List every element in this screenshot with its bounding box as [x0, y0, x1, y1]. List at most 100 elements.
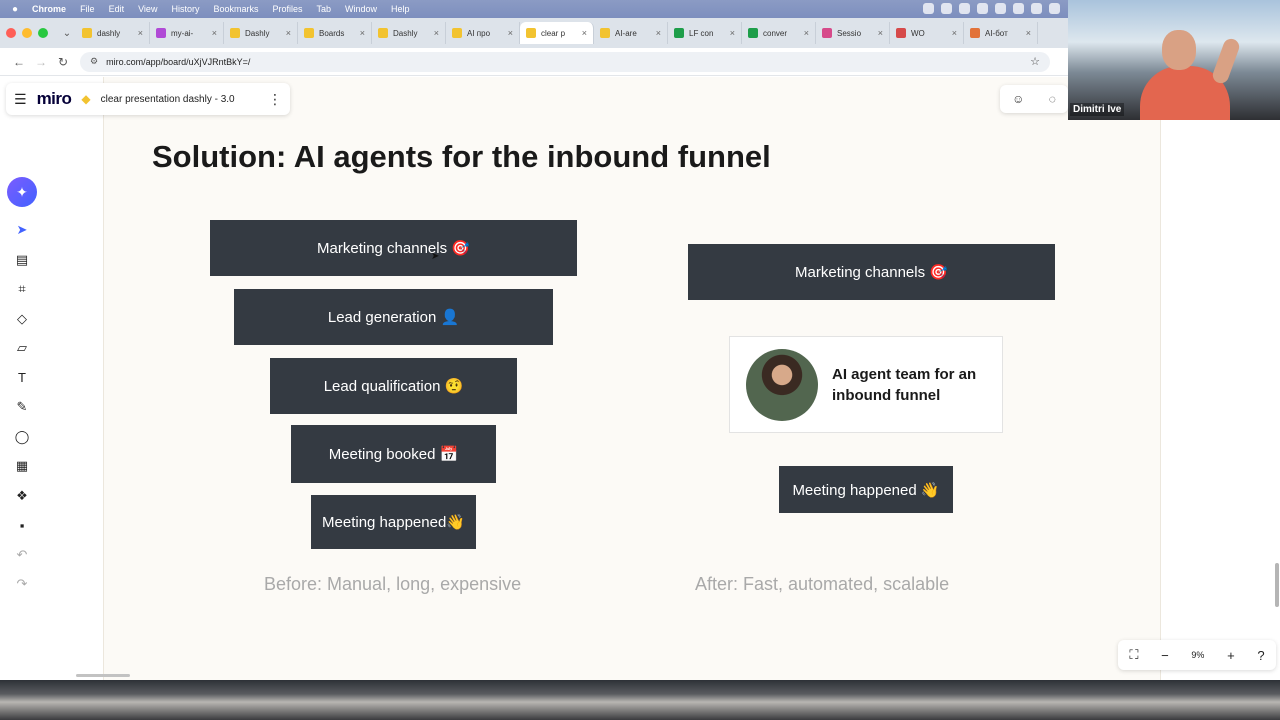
frame-icon[interactable]: ⌗: [8, 276, 36, 302]
menu-edit[interactable]: Edit: [109, 4, 125, 14]
miro-board[interactable]: ☰ miro ◆ clear presentation dashly - 3.0…: [0, 77, 1280, 680]
browser-tab[interactable]: AI про ×: [446, 22, 520, 44]
apps-icon[interactable]: ❖: [8, 483, 36, 509]
board-star-icon[interactable]: ◆: [81, 92, 90, 106]
tab-close-icon[interactable]: ×: [138, 28, 143, 38]
miro-logo[interactable]: miro: [37, 89, 72, 109]
browser-tab[interactable]: Boards ×: [298, 22, 372, 44]
select-cursor-icon[interactable]: ➤: [8, 217, 36, 243]
comment-icon[interactable]: ◯: [8, 424, 36, 450]
reactions-icon[interactable]: ☺: [1012, 92, 1024, 106]
browser-tab[interactable]: WO ×: [890, 22, 964, 44]
tray-icon[interactable]: [959, 3, 970, 14]
menu-help[interactable]: Help: [391, 4, 410, 14]
tab-close-icon[interactable]: ×: [804, 28, 809, 38]
tray-icon[interactable]: [1049, 3, 1060, 14]
close-window-button[interactable]: [6, 28, 16, 38]
menu-file[interactable]: File: [80, 4, 95, 14]
minimize-window-button[interactable]: [22, 28, 32, 38]
undo-icon[interactable]: ↶: [8, 542, 36, 568]
board-options-icon[interactable]: ⋮: [268, 91, 282, 108]
browser-tab[interactable]: Sessio ×: [816, 22, 890, 44]
shapes-icon[interactable]: ◇: [8, 306, 36, 332]
menu-tab[interactable]: Tab: [317, 4, 332, 14]
tray-icon[interactable]: [1031, 3, 1042, 14]
video-call-tile[interactable]: Dimitri Ive: [1068, 0, 1280, 120]
forward-arrow-icon[interactable]: →: [30, 55, 52, 69]
browser-tab[interactable]: conver ×: [742, 22, 816, 44]
before-step-meeting-booked[interactable]: Meeting booked 📅: [291, 425, 496, 483]
menu-window[interactable]: Window: [345, 4, 377, 14]
tab-close-icon[interactable]: ×: [952, 28, 957, 38]
zoom-level[interactable]: 9%: [1191, 650, 1204, 660]
ai-agent-card[interactable]: AI agent team for an inbound funnel: [729, 336, 1003, 433]
ai-assistant-icon[interactable]: ✦: [7, 177, 37, 207]
sticky-note-icon[interactable]: ▱: [8, 335, 36, 361]
after-step-meeting-happened[interactable]: Meeting happened 👋: [779, 466, 953, 513]
pen-icon[interactable]: ✎: [8, 394, 36, 420]
address-bar[interactable]: ⚙ miro.com/app/board/uXjVJRntBkY=/ ☆: [80, 51, 1050, 72]
zoom-controls: ⛶ − 9% + ?: [1118, 640, 1276, 670]
tab-close-icon[interactable]: ×: [730, 28, 735, 38]
before-step-lead-generation[interactable]: Lead generation 👤: [234, 289, 553, 345]
table-icon[interactable]: ▦: [8, 453, 36, 479]
tab-label: AI про: [467, 28, 491, 38]
browser-tab[interactable]: Dashly ×: [372, 22, 446, 44]
tab-favicon-icon: [304, 28, 314, 38]
after-step-marketing-channels[interactable]: Marketing channels 🎯: [688, 244, 1055, 300]
zoom-out-icon[interactable]: −: [1161, 648, 1169, 663]
tab-list: dashly × my-ai- × Dashly × Boards × Dashly × AI пр…: [76, 22, 1038, 44]
site-settings-icon[interactable]: ⚙: [90, 56, 98, 67]
bookmark-star-icon[interactable]: ☆: [1030, 55, 1040, 68]
more-tools-icon[interactable]: ▪: [8, 512, 36, 538]
creation-toolbar: ✦ ➤ ▤ ⌗ ◇ ▱ T ✎ ◯ ▦ ❖ ▪ ↶ ↷: [6, 177, 38, 607]
browser-tab[interactable]: AI-are ×: [594, 22, 668, 44]
tab-close-icon[interactable]: ×: [434, 28, 439, 38]
browser-tab[interactable]: clear p ×: [520, 22, 594, 44]
participant-head: [1162, 30, 1196, 70]
reload-icon[interactable]: ↻: [52, 55, 74, 69]
menu-history[interactable]: History: [171, 4, 199, 14]
browser-tab[interactable]: my-ai- ×: [150, 22, 224, 44]
tab-favicon-icon: [822, 28, 832, 38]
before-step-marketing-channels[interactable]: Marketing channels 🎯: [210, 220, 577, 276]
tab-search-icon[interactable]: ⌄: [58, 28, 76, 39]
browser-tab[interactable]: AI-бот ×: [964, 22, 1038, 44]
menu-profiles[interactable]: Profiles: [272, 4, 302, 14]
tray-icon[interactable]: [995, 3, 1006, 14]
browser-tab[interactable]: Dashly ×: [224, 22, 298, 44]
main-menu-icon[interactable]: ☰: [14, 91, 27, 108]
vertical-scrollbar[interactable]: [1275, 563, 1279, 607]
zoom-in-icon[interactable]: +: [1227, 648, 1235, 663]
tab-close-icon[interactable]: ×: [1026, 28, 1031, 38]
tab-close-icon[interactable]: ×: [286, 28, 291, 38]
tab-close-icon[interactable]: ×: [360, 28, 365, 38]
redo-icon[interactable]: ↷: [8, 571, 36, 597]
before-step-lead-qualification[interactable]: Lead qualification 🤨: [270, 358, 517, 414]
before-step-meeting-happened[interactable]: Meeting happened👋: [311, 495, 476, 549]
board-name[interactable]: clear presentation dashly - 3.0: [101, 94, 235, 105]
chat-icon[interactable]: ◌: [1049, 92, 1056, 106]
browser-tab[interactable]: dashly ×: [76, 22, 150, 44]
help-icon[interactable]: ?: [1257, 648, 1264, 663]
zoom-window-button[interactable]: [38, 28, 48, 38]
tray-icon[interactable]: [977, 3, 988, 14]
fit-to-screen-icon[interactable]: ⛶: [1129, 647, 1138, 663]
tab-close-icon[interactable]: ×: [508, 28, 513, 38]
tab-close-icon[interactable]: ×: [656, 28, 661, 38]
apple-icon[interactable]: ●: [12, 4, 18, 15]
tab-close-icon[interactable]: ×: [212, 28, 217, 38]
tray-icon[interactable]: [1013, 3, 1024, 14]
menu-bookmarks[interactable]: Bookmarks: [213, 4, 258, 14]
tray-icon[interactable]: [941, 3, 952, 14]
menu-chrome[interactable]: Chrome: [32, 4, 66, 14]
templates-icon[interactable]: ▤: [8, 247, 36, 273]
tray-icon[interactable]: [923, 3, 934, 14]
horizontal-scrollbar[interactable]: [76, 674, 130, 677]
tab-close-icon[interactable]: ×: [878, 28, 883, 38]
back-arrow-icon[interactable]: ←: [8, 55, 30, 69]
text-icon[interactable]: T: [8, 365, 36, 391]
menu-view[interactable]: View: [138, 4, 157, 14]
browser-tab[interactable]: LF con ×: [668, 22, 742, 44]
tab-close-icon[interactable]: ×: [582, 28, 587, 38]
